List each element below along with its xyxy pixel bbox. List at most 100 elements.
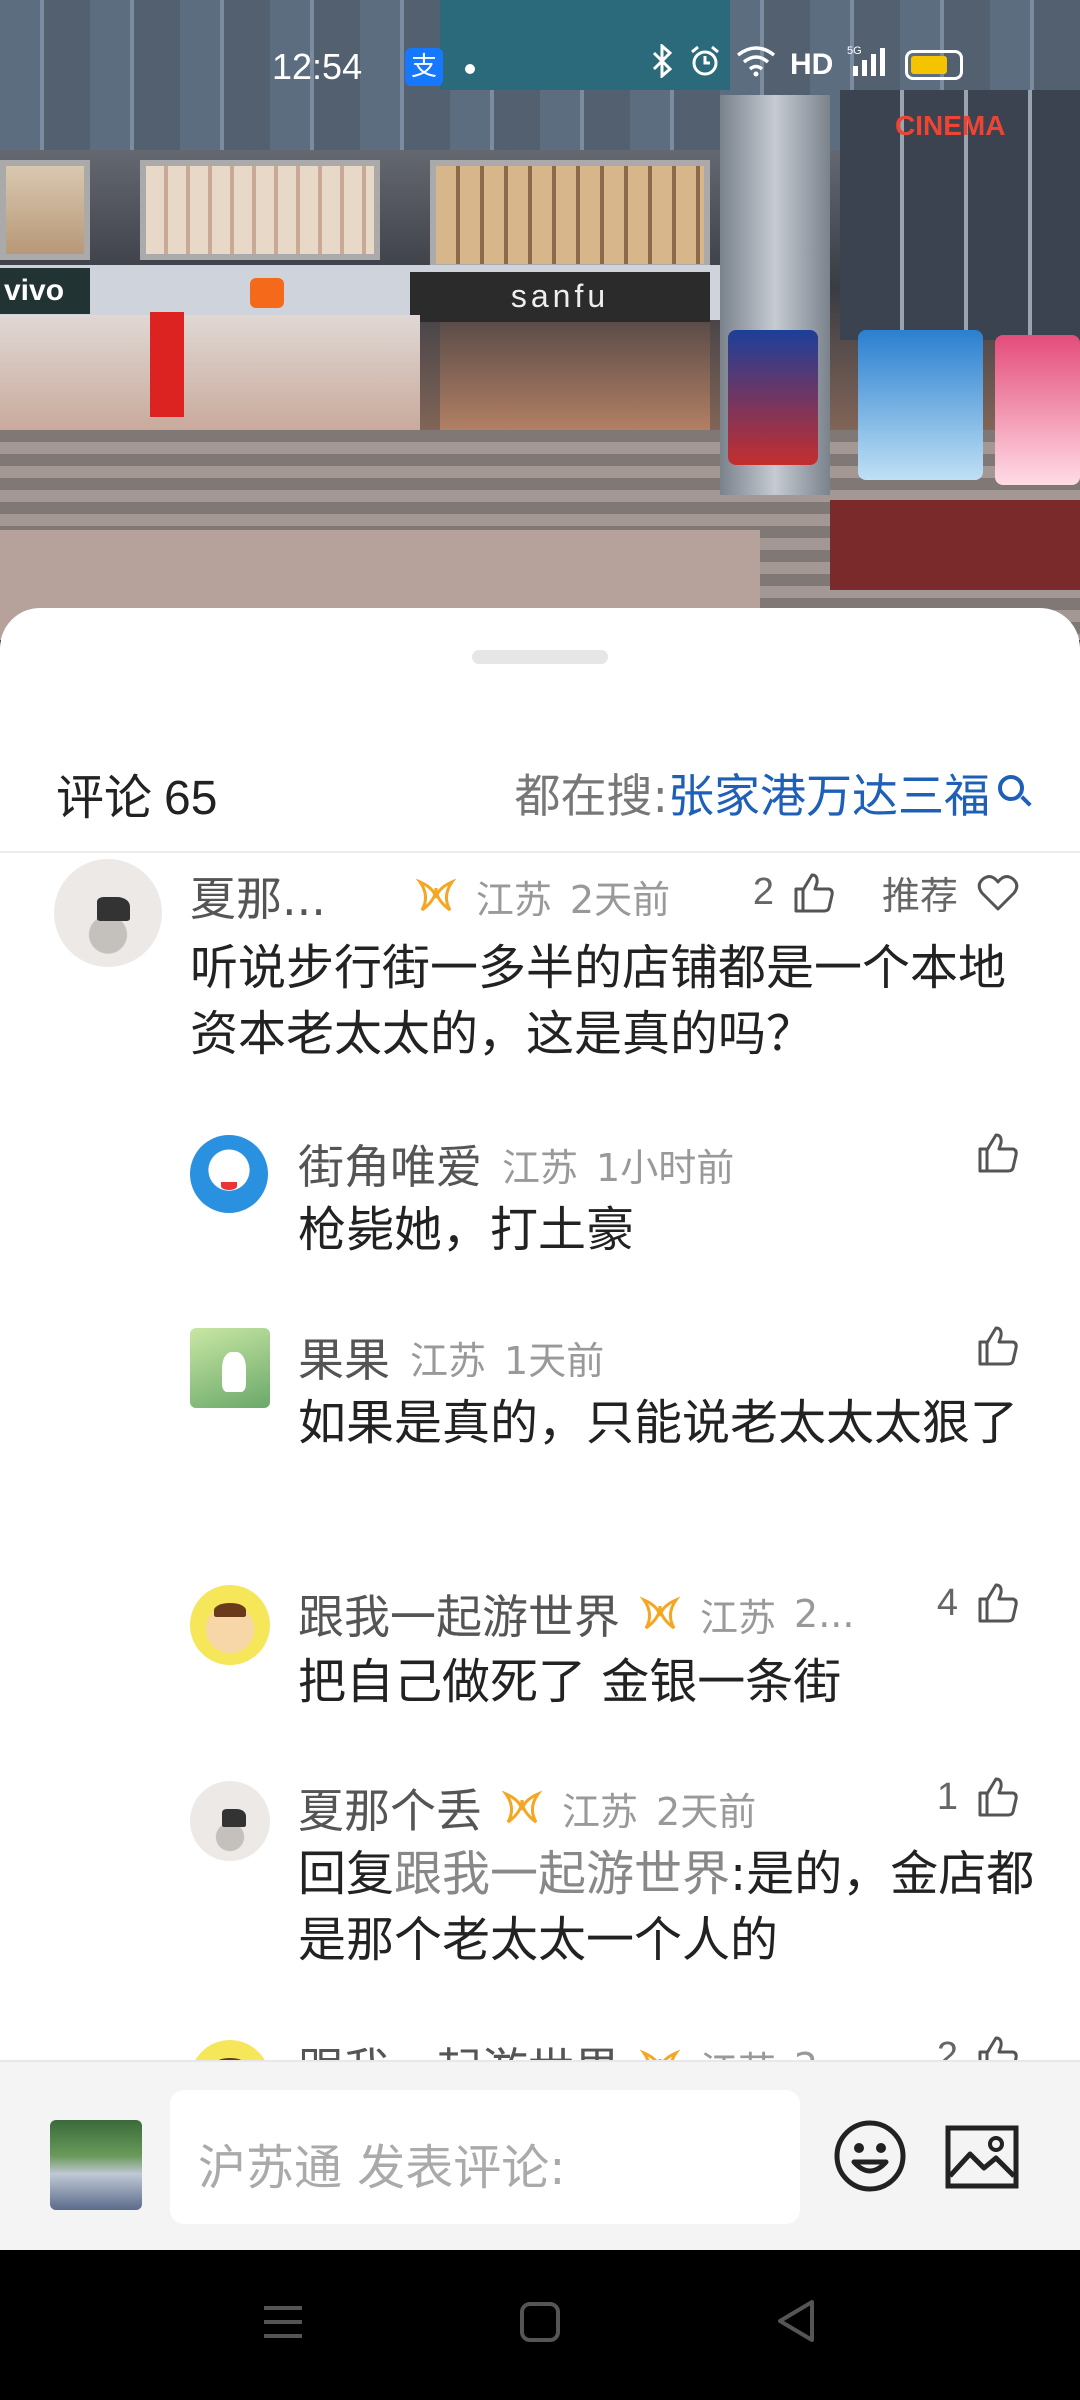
video-red-sign — [830, 500, 1080, 590]
video-sign-mi — [250, 278, 284, 308]
green-field-avatar[interactable] — [190, 1328, 270, 1408]
comment-meta: 夏那个丢 江苏 2天前 — [298, 1775, 756, 1841]
video-sign-sanfu: sanfu — [410, 272, 710, 322]
alipay-icon: 支 — [405, 48, 443, 86]
my-avatar[interactable] — [50, 2120, 142, 2210]
comments-count: 65 — [164, 772, 218, 825]
comment-meta: 跟我一起游世界 江苏 2... — [298, 1581, 854, 1647]
back-icon[interactable] — [772, 2296, 822, 2350]
comment-region: 江苏 — [562, 1789, 639, 1834]
wifi-icon — [736, 45, 776, 85]
comments-header: 评论 65 都在搜: 张家港万达三福 — [0, 738, 1080, 853]
reply-prefix: 回复 — [298, 1846, 395, 1902]
like-count: 4 — [936, 1581, 958, 1624]
reply-to-username[interactable]: 跟我一起游世界 — [394, 1846, 730, 1902]
bluetooth-icon — [650, 42, 674, 86]
trending-label: 都在搜: — [514, 769, 669, 823]
comment-text[interactable]: 如果是真的，只能说老太太太狠了 — [298, 1390, 1038, 1456]
drag-handle[interactable] — [472, 650, 608, 664]
comment-text[interactable]: 回复跟我一起游世界:是的，金店都是那个老太太一个人的 — [298, 1841, 1038, 1973]
comment-username[interactable]: 跟我一起游世界 — [298, 1581, 620, 1647]
comment-region: 江苏 — [475, 877, 552, 922]
comment-region: 江苏 — [410, 1338, 487, 1383]
search-icon[interactable] — [998, 775, 1024, 801]
heart-icon[interactable] — [976, 873, 1020, 913]
doraemon-avatar[interactable] — [190, 1135, 268, 1213]
vip-badge-icon — [639, 1596, 681, 1632]
battery-icon — [905, 50, 964, 80]
like-count: 2 — [752, 871, 774, 913]
comment-username[interactable]: 果果 — [298, 1324, 390, 1390]
comment-actions: 2 推荐 — [753, 865, 1020, 920]
thumbs-up-icon[interactable] — [976, 1581, 1020, 1625]
comment-text[interactable]: 枪毙她，打土豪 — [298, 1197, 1038, 1263]
video-player[interactable]: vivo sanfu CINEMA — [0, 0, 1080, 640]
comment-text[interactable]: 听说步行街一多半的店铺都是一个本地资本老太太的，这是真的吗？ — [190, 935, 1030, 1067]
comment-actions — [976, 1131, 1020, 1175]
comment-text[interactable]: 把自己做死了 金银一条街 — [298, 1649, 1038, 1715]
comment-time: 1天前 — [504, 1338, 605, 1383]
recommend-label: 推荐 — [881, 874, 958, 918]
comments-sheet: 评论 65 都在搜: 张家港万达三福 夏那... 江苏 2天前 2 推荐 听说步… — [0, 608, 1080, 2248]
video-store — [0, 315, 420, 435]
thumbs-up-icon[interactable] — [792, 871, 836, 915]
ink-horse-avatar[interactable] — [190, 1781, 270, 1861]
trending-query-link[interactable]: 张家港万达三福 — [668, 760, 990, 826]
comment-item: 夏那... 江苏 2天前 2 推荐 听说步行街一多半的店铺都是一个本地资本老太太… — [0, 855, 1080, 1105]
alarm-icon — [688, 44, 722, 86]
comment-list[interactable]: 夏那... 江苏 2天前 2 推荐 听说步行街一多半的店铺都是一个本地资本老太太… — [0, 855, 1080, 2205]
network-label: HD — [790, 48, 834, 81]
video-shop — [0, 160, 90, 260]
comment-region: 江苏 — [502, 1145, 579, 1190]
video-poster — [995, 335, 1080, 485]
home-icon[interactable] — [516, 2298, 564, 2350]
comment-username[interactable]: 街角唯爱 — [298, 1131, 482, 1197]
comment-username[interactable]: 夏那个丢 — [298, 1775, 482, 1841]
comment-time: 1小时前 — [596, 1145, 735, 1190]
svg-text:5G: 5G — [847, 45, 862, 57]
vip-badge-icon — [501, 1790, 543, 1826]
reply-item: 果果 江苏 1天前 如果是真的，只能说老太太太狠了 — [0, 1310, 1080, 1550]
comment-actions — [976, 1324, 1020, 1368]
image-icon[interactable] — [944, 2124, 1020, 2190]
notification-dot-icon — [465, 64, 475, 74]
reply-item: 夏那个丢 江苏 2天前 1 回复跟我一起游世界:是的，金店都是那个老太太一个人的 — [0, 1761, 1080, 2001]
signal-icon: 5G — [847, 44, 891, 86]
comment-input[interactable]: 沪苏通 发表评论: — [170, 2090, 800, 2224]
video-poster — [728, 330, 818, 465]
status-bar: 12:54 支 HD 5G — [0, 36, 1080, 96]
comment-username[interactable]: 夏那... — [190, 863, 326, 929]
system-icons: HD 5G — [650, 42, 964, 86]
comment-time: 2天前 — [569, 877, 671, 922]
reply-item: 跟我一起游世界 江苏 2... 4 把自己做死了 金银一条街 — [0, 1567, 1080, 1747]
smiley-icon[interactable] — [832, 2118, 908, 2194]
comment-meta: 街角唯爱 江苏 1小时前 — [298, 1131, 734, 1197]
cartoon-face-avatar[interactable] — [190, 1585, 270, 1665]
video-poster — [858, 330, 983, 480]
comment-meta: 果果 江苏 1天前 — [298, 1324, 604, 1390]
video-pillar — [150, 312, 184, 417]
thumbs-up-icon[interactable] — [976, 1324, 1020, 1368]
vip-badge-icon — [415, 878, 457, 914]
menu-icon[interactable] — [258, 2300, 308, 2348]
status-time: 12:54 — [272, 46, 363, 87]
video-shop — [140, 160, 380, 260]
comment-region: 江苏 — [700, 1595, 777, 1640]
video-sign-vivo: vivo — [0, 268, 90, 314]
video-sign-cinema: CINEMA — [895, 110, 1006, 141]
system-navigation-bar — [0, 2250, 1080, 2400]
comment-actions: 1 — [937, 1775, 1020, 1819]
comments-title-label: 评论 — [56, 772, 153, 825]
video-shop — [430, 160, 710, 270]
ink-horse-avatar[interactable] — [54, 859, 162, 967]
thumbs-up-icon[interactable] — [976, 1775, 1020, 1819]
comments-count-title: 评论 65 — [56, 758, 217, 828]
comment-actions: 4 — [937, 1581, 1020, 1625]
trending-search[interactable]: 都在搜: 张家港万达三福 — [514, 760, 1024, 826]
like-count: 1 — [936, 1775, 958, 1818]
thumbs-up-icon[interactable] — [976, 1131, 1020, 1175]
comment-meta: 夏那... 江苏 2天前 — [190, 863, 670, 929]
comment-time: 2... — [794, 1592, 855, 1636]
reply-item: 街角唯爱 江苏 1小时前 枪毙她，打土豪 — [0, 1115, 1080, 1295]
comment-input-bar: 沪苏通 发表评论: — [0, 2060, 1080, 2250]
